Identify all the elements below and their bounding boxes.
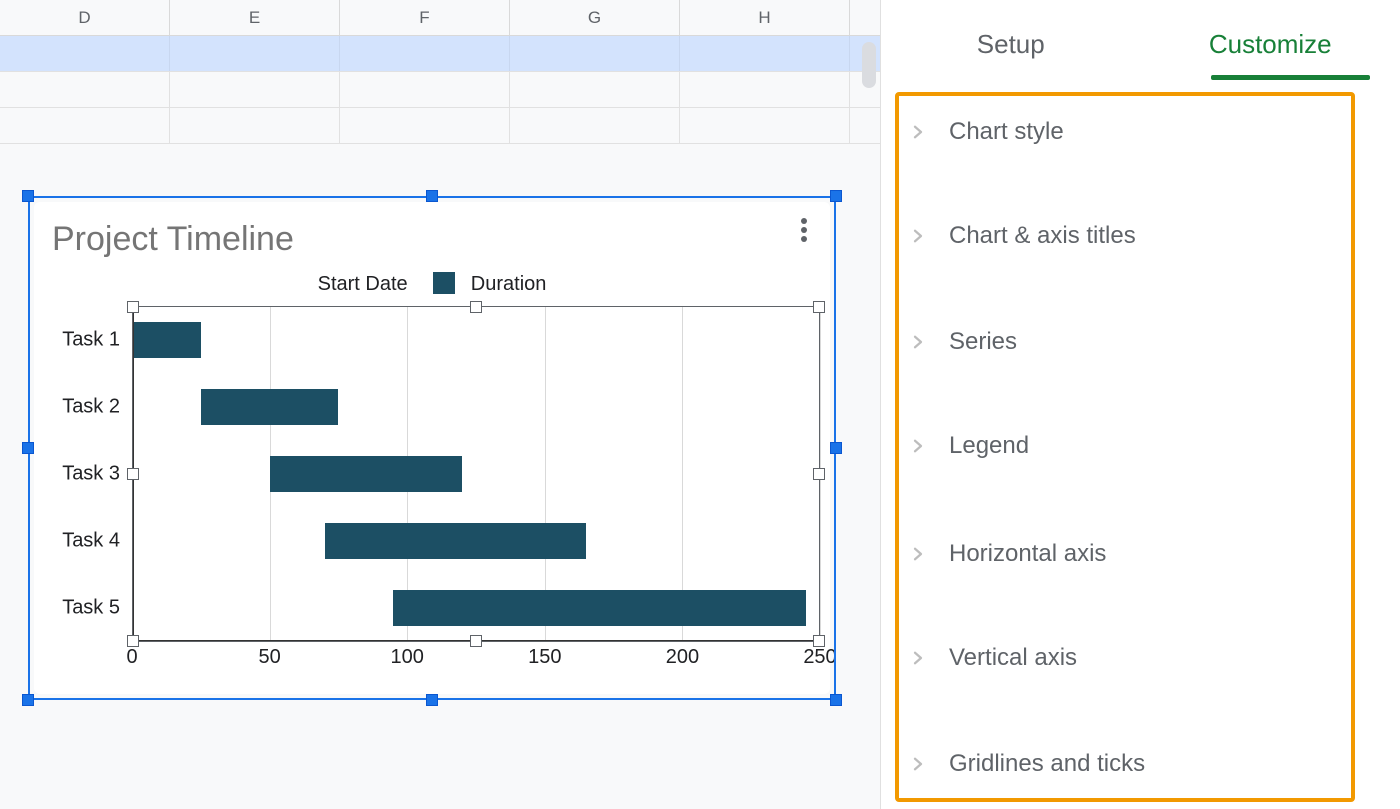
legend-swatch-duration [433,272,455,294]
col-header-f[interactable]: F [340,0,510,36]
x-axis [132,640,820,642]
y-tick: Task 2 [62,395,120,418]
column-headers: D E F G H [0,0,880,36]
accordion-series[interactable]: Series [909,328,1349,356]
chevron-right-icon [909,649,927,667]
accordion-label: Chart & axis titles [949,222,1136,250]
x-tick: 50 [258,646,280,669]
chart-card: Project Timeline Start Date Duration [34,202,830,694]
bar-task-3 [270,456,463,492]
chevron-right-icon [909,227,927,245]
col-header-e[interactable]: E [170,0,340,36]
accordion-label: Legend [949,432,1029,460]
chart-object[interactable]: Project Timeline Start Date Duration [28,196,836,700]
chart-editor-sidebar: Setup Customize Chart style Chart & axis … [880,0,1400,809]
resize-handle[interactable] [22,190,34,202]
col-header-d[interactable]: D [0,0,170,36]
chevron-right-icon [909,545,927,563]
sheet-row[interactable] [0,72,880,108]
y-tick: Task 3 [62,463,120,486]
accordion-legend[interactable]: Legend [909,432,1349,460]
accordion-label: Gridlines and ticks [949,750,1145,778]
scrollbar-thumb[interactable] [862,42,876,88]
plot-area [132,306,820,642]
accordion-label: Vertical axis [949,644,1077,672]
legend-item-start-date: Start Date [318,273,408,295]
tab-customize[interactable]: Customize [1141,29,1400,80]
x-tick: 100 [391,646,424,669]
resize-handle[interactable] [830,442,842,454]
accordion-chart-style[interactable]: Chart style [909,118,1349,146]
accordion-vertical-axis[interactable]: Vertical axis [909,644,1349,672]
resize-handle[interactable] [426,190,438,202]
chart-legend: Start Date Duration [34,272,830,296]
x-tick: 200 [666,646,699,669]
chevron-right-icon [909,437,927,455]
x-tick: 150 [528,646,561,669]
chart-menu-button[interactable] [794,216,814,244]
y-tick: Task 1 [62,328,120,351]
accordion-chart-axis-titles[interactable]: Chart & axis titles [909,222,1349,250]
gridline [820,306,821,642]
bar-task-5 [393,590,806,626]
chevron-right-icon [909,333,927,351]
resize-handle[interactable] [426,694,438,706]
sheet-row[interactable] [0,36,880,72]
accordion-gridlines-and-ticks[interactable]: Gridlines and ticks [909,750,1349,778]
chart-title: Project Timeline [52,220,294,259]
x-tick: 250 [803,646,836,669]
y-tick: Task 5 [62,597,120,620]
resize-handle[interactable] [22,442,34,454]
resize-handle[interactable] [830,694,842,706]
chevron-right-icon [909,755,927,773]
x-tick-labels: 050100150200250 [132,646,820,672]
bar-task-4 [325,523,586,559]
y-tick: Task 4 [62,530,120,553]
accordion-label: Series [949,328,1017,356]
col-header-g[interactable]: G [510,0,680,36]
accordion-horizontal-axis[interactable]: Horizontal axis [909,540,1349,568]
accordion-label: Horizontal axis [949,540,1106,568]
resize-handle[interactable] [830,190,842,202]
y-axis [132,306,134,642]
tab-setup[interactable]: Setup [881,29,1141,80]
sidebar-tabs: Setup Customize [881,0,1400,80]
x-tick: 0 [126,646,137,669]
sheet-row[interactable] [0,108,880,144]
bar-task-2 [201,389,339,425]
accordion-label: Chart style [949,118,1064,146]
y-tick-labels: Task 1 Task 2 Task 3 Task 4 Task 5 [34,306,128,642]
chevron-right-icon [909,123,927,141]
col-header-h[interactable]: H [680,0,850,36]
bar-task-1 [132,322,201,358]
legend-item-duration: Duration [471,273,547,295]
resize-handle[interactable] [22,694,34,706]
